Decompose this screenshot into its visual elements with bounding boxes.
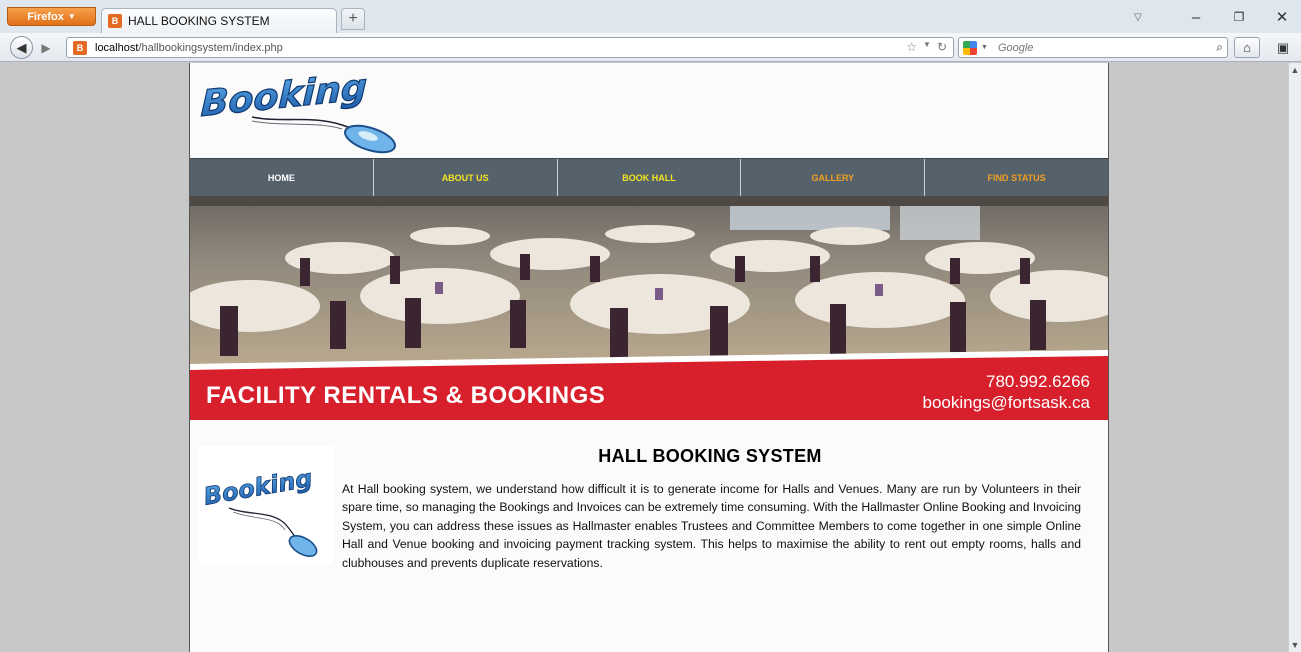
menu-item-home[interactable]: HOME [190, 159, 374, 196]
chevron-down-icon: ▼ [67, 12, 76, 21]
menu-item-gallery[interactable]: GALLERY [741, 159, 926, 196]
firefox-menu-button[interactable]: Firefox ▼ [7, 7, 96, 26]
page-title: HALL BOOKING SYSTEM [598, 446, 822, 466]
restore-icon[interactable]: ❐ [1229, 8, 1249, 26]
extension-icon: ▣ [1276, 39, 1290, 55]
main-menu: HOME ABOUT US BOOK HALL GALLERY FIND STA… [190, 158, 1108, 196]
tab-list-icon[interactable]: ▽ [1128, 8, 1148, 26]
back-button[interactable]: ◀ [10, 36, 33, 59]
bookmark-star-icon[interactable]: ☆ [906, 40, 917, 54]
scroll-down-icon[interactable]: ▼ [1289, 640, 1301, 650]
firefox-menu-label: Firefox [27, 10, 64, 23]
menu-item-book-hall[interactable]: BOOK HALL [558, 159, 742, 196]
logo-text: Booking [200, 65, 368, 125]
chevron-down-icon[interactable]: ▼ [981, 44, 988, 51]
url-actions: ☆ ▼ ↻ [906, 40, 947, 54]
url-host: localhost [95, 41, 139, 54]
url-path: /hallbookingsystem/index.php [138, 41, 283, 54]
booking-logo[interactable]: Booking [192, 65, 434, 157]
close-icon[interactable]: ✕ [1272, 8, 1292, 26]
search-icon[interactable]: ⌕ [1216, 40, 1223, 55]
menu-label-gallery: GALLERY [811, 172, 855, 183]
home-icon: ⌂ [1243, 40, 1251, 55]
search-input[interactable]: Google [998, 42, 1033, 54]
menu-label-find-status: FIND STATUS [987, 172, 1046, 183]
intro-paragraph: At Hall booking system, we understand ho… [342, 482, 1081, 570]
web-page: Booking HOME ABOUT US BOOK HALL GALLERY … [189, 63, 1109, 652]
home-button[interactable]: ⌂ [1234, 37, 1260, 58]
browser-tab[interactable]: B HALL BOOKING SYSTEM [101, 8, 337, 33]
browser-navbar: ◀ ▶ B localhost/hallbookingsystem/index.… [0, 33, 1301, 62]
menu-label-home: HOME [267, 172, 295, 183]
arrow-right-icon: ▶ [41, 41, 51, 55]
url-text: localhost/hallbookingsystem/index.php [95, 42, 283, 54]
addon-button[interactable]: ▣ [1268, 37, 1298, 58]
site-favicon-icon: B [108, 14, 122, 28]
search-bar[interactable]: ▼ Google ⌕ [958, 37, 1228, 58]
minimize-icon[interactable]: – [1186, 8, 1206, 26]
scroll-up-icon[interactable]: ▲ [1289, 65, 1301, 75]
banner-title: FACILITY RENTALS & BOOKINGS [206, 382, 606, 409]
banner-phone: 780.992.6266 [986, 372, 1090, 391]
menu-item-find-status[interactable]: FIND STATUS [925, 159, 1108, 196]
menu-item-about-us[interactable]: ABOUT US [374, 159, 558, 196]
tab-title: HALL BOOKING SYSTEM [128, 14, 270, 28]
main-content: Booking HALL BOOKING SYSTEM At Hall book… [190, 420, 1108, 652]
intro-image-spacer [199, 480, 342, 598]
banner-email[interactable]: bookings@fortsask.ca [922, 393, 1090, 413]
site-identity-icon: B [73, 40, 87, 55]
arrow-left-icon: ◀ [16, 39, 27, 55]
url-bar[interactable]: B localhost/hallbookingsystem/index.php … [66, 37, 954, 58]
history-dropdown-icon[interactable]: ▼ [923, 40, 931, 54]
forward-button[interactable]: ▶ [35, 40, 57, 56]
reload-icon[interactable]: ↻ [937, 40, 947, 54]
google-icon[interactable] [963, 40, 977, 55]
menu-label-about-us: ABOUT US [441, 172, 489, 183]
hero-banner: FACILITY RENTALS & BOOKINGS 780.992.6266… [190, 196, 1108, 420]
banquet-hall-photo [190, 196, 1108, 366]
menu-label-book-hall: BOOK HALL [622, 172, 676, 183]
new-tab-button[interactable]: + [341, 8, 365, 30]
browser-titlebar: Firefox ▼ B HALL BOOKING SYSTEM + ▽ – ❐ … [0, 0, 1301, 33]
vertical-scrollbar[interactable]: ▲ ▼ [1288, 63, 1301, 652]
intro-text-block: At Hall booking system, we understand ho… [199, 480, 1081, 598]
